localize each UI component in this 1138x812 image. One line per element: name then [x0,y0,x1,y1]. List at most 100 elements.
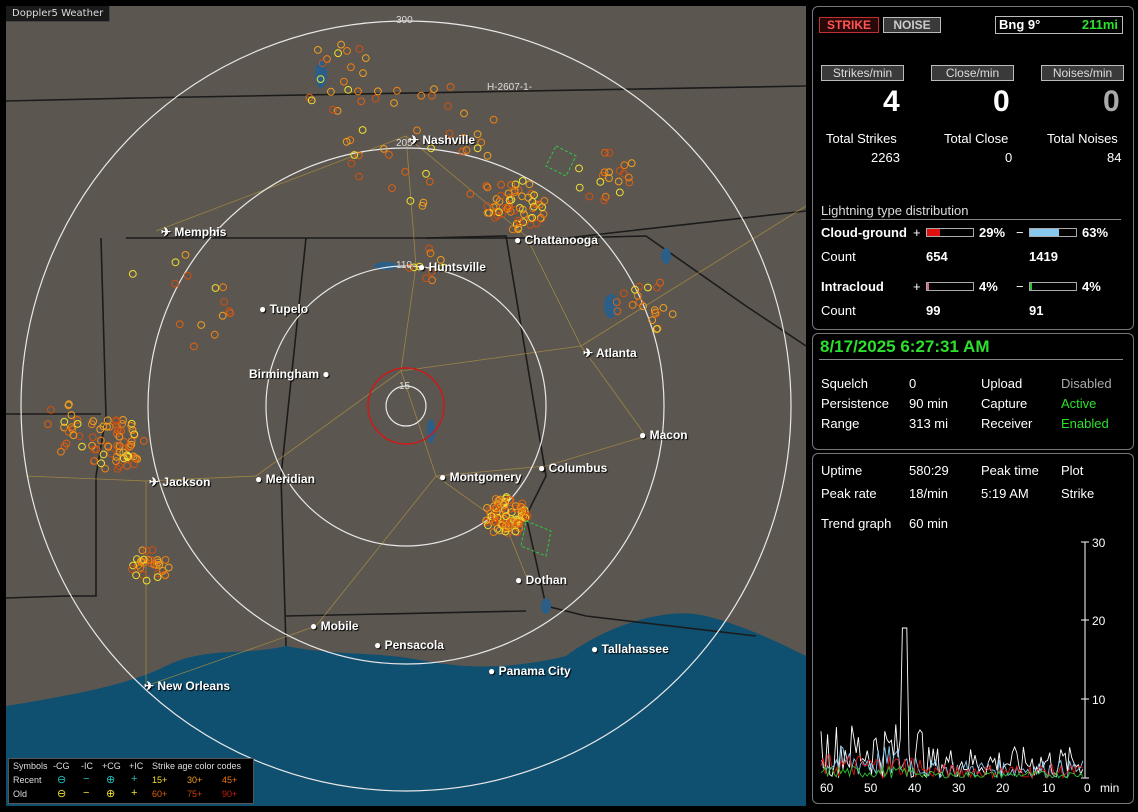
old-pos-ic-icon: + [131,787,138,799]
x-tick-50: 50 [864,781,878,795]
ic-neg-bar [1029,282,1077,291]
trend-graph [820,541,1089,780]
strike-marker [314,46,322,54]
city-name: Dothan [525,573,567,587]
city-dot-icon: ● [639,428,650,442]
strike-marker [106,449,115,458]
strike-marker [139,437,148,445]
ic-pos-sign: + [913,279,921,294]
city-tupelo: ● Tupelo [259,302,308,316]
city-name: Columbus [548,461,608,475]
strike-marker [73,420,82,428]
total-close-label: Total Close [944,131,1009,146]
ic-pos-pct: 4% [979,279,998,294]
lakes [315,60,671,614]
squelch-label: Squelch [821,376,868,391]
city-atlanta: ✈ Atlanta [583,346,637,360]
city-dot-icon: ● [259,302,270,316]
datetime: 8/17/2025 6:27:31 AM [820,337,990,356]
y-tick-10: 10 [1092,693,1106,707]
capture-value: Active [1061,396,1097,411]
strike-marker [656,278,664,287]
noise-tab[interactable]: NOISE [883,17,941,33]
x-tick-60: 60 [820,781,834,795]
legend-old-label: Old [13,789,28,799]
trend-panel: Uptime 580:29 Peak time Plot Peak rate 1… [812,453,1134,804]
cg-neg-count: 1419 [1029,249,1058,264]
strikes-per-min-button[interactable]: Strikes/min [821,65,904,81]
strike-marker [142,576,151,585]
recent-pos-cg-icon: ⊕ [106,774,116,786]
noises-per-min-value: 0 [1103,85,1120,118]
airport-icon: ✈ [161,225,175,239]
peak-rate-value: 18/min [909,486,949,501]
city-mobile: ● Mobile [310,619,359,633]
legend-recent-age-2: 30+ [187,775,203,785]
bearing-value: Bng 9° [999,17,1041,32]
strike-marker [347,159,356,168]
cg-pos-sign: + [913,225,921,240]
strike-marker [600,148,609,157]
strike-marker [333,107,342,115]
divider [819,359,1123,360]
trend-line [820,627,1084,779]
strike-marker [130,460,139,469]
strike-marker [518,177,527,185]
strike-marker [460,109,468,118]
strike-marker [343,47,351,55]
range-value: 313 mi [909,416,949,431]
strike-marker [462,146,471,155]
strike-marker [526,220,535,229]
divider [821,219,1121,220]
ic-pos-bar [926,282,974,291]
app-title: Doppler5 Weather [6,6,111,22]
city-name: Macon [649,428,688,442]
city-montgomery: ● Montgomery [439,470,522,484]
symbol-legend: Symbols -CG -IC +CG +IC Strike age color… [8,758,254,804]
close-per-min-button[interactable]: Close/min [931,65,1014,81]
x-unit: min [1100,781,1120,795]
x-tick-0: 0 [1084,781,1091,795]
strike-status-panel: STRIKE NOISE Bng 9° 211mi Strikes/min Cl… [812,6,1134,330]
strike-marker [171,258,180,267]
city-macon: ● Macon [639,428,688,442]
x-tick-30: 30 [952,781,966,795]
noises-per-min-button[interactable]: Noises/min [1041,65,1124,81]
close-per-min-value: 0 [993,85,1010,118]
strike-marker [525,180,534,189]
city-name: Montgomery [449,470,522,484]
strike-marker [337,40,346,49]
y-tick-30: 30 [1092,536,1106,550]
upload-value: Disabled [1061,376,1112,391]
strike-marker [628,301,637,309]
capture-label: Capture [981,396,1028,411]
city-chattanooga: ● Chattanooga [514,233,598,247]
strike-marker [219,283,228,292]
close-range-ring [367,367,445,445]
city-dot-icon: ● [418,260,429,274]
strike-tab[interactable]: STRIKE [819,17,879,33]
city-huntsville: ● Huntsville [418,260,486,274]
strike-marker [483,151,492,160]
strike-marker [347,63,355,72]
lightning-map[interactable]: Doppler5 Weather 300 205 110 15 H-2607-1… [6,6,806,806]
strike-marker [444,102,452,110]
strike-marker [388,184,396,193]
strike-marker [668,310,677,319]
city-tallahassee: ● Tallahassee [591,642,669,656]
strike-marker [653,283,661,292]
strikes-per-min-value: 4 [883,85,900,118]
strike-marker [585,192,594,201]
ic-neg-sign: − [1016,279,1024,294]
legend-old-age-2: 75+ [187,789,203,799]
strike-marker [181,251,190,259]
total-close-value: 0 [1005,150,1013,165]
strike-marker [390,99,398,107]
persistence-label: Persistence [821,396,889,411]
trend-lines [820,627,1084,780]
strike-marker [627,159,636,168]
city-new-orleans: ✈ New Orleans [144,679,230,693]
strike-marker [211,284,220,292]
strike-marker [659,304,668,312]
city-panama-city: ● Panama City [488,664,571,678]
